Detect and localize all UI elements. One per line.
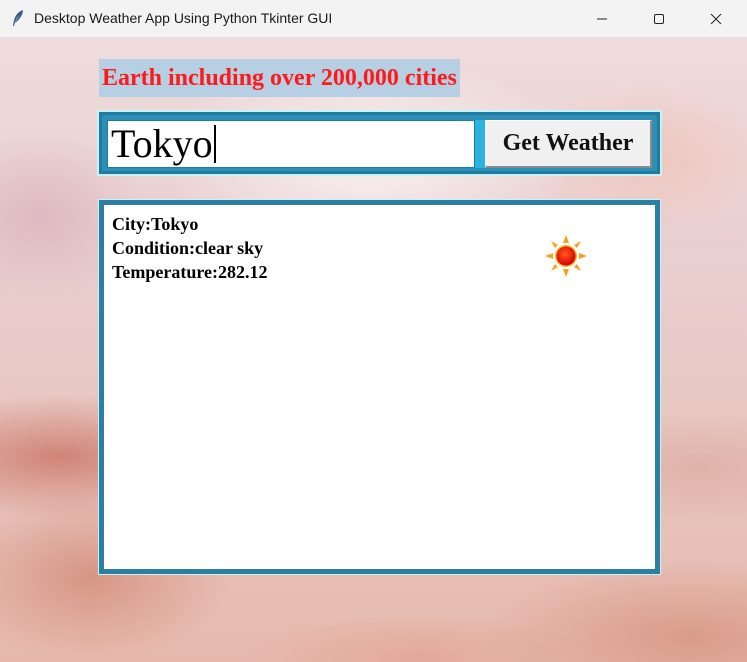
sun-icon — [545, 235, 587, 277]
search-frame: Tokyo Get Weather — [99, 112, 660, 174]
city-input[interactable]: Tokyo — [107, 120, 475, 168]
close-button[interactable] — [693, 0, 739, 37]
condition-result: Condition:clear sky — [112, 238, 264, 258]
city-input-value: Tokyo — [111, 121, 213, 166]
maximize-icon — [654, 13, 664, 24]
city-result: City:Tokyo — [112, 214, 199, 234]
heading-label: Earth including over 200,000 cities — [99, 59, 460, 97]
text-caret — [213, 125, 216, 163]
title-bar: Desktop Weather App Using Python Tkinter… — [0, 0, 747, 38]
result-panel: City:Tokyo Condition:clear sky Temperatu… — [99, 200, 660, 574]
maximize-button[interactable] — [636, 0, 682, 37]
minimize-icon — [597, 18, 607, 19]
get-weather-button[interactable]: Get Weather — [485, 120, 652, 168]
temperature-result: Temperature:282.12 — [112, 262, 268, 282]
minimize-button[interactable] — [579, 0, 625, 37]
window-title: Desktop Weather App Using Python Tkinter… — [34, 10, 333, 26]
feather-icon — [13, 10, 23, 26]
close-icon — [710, 13, 722, 24]
frame-divider — [475, 120, 485, 168]
